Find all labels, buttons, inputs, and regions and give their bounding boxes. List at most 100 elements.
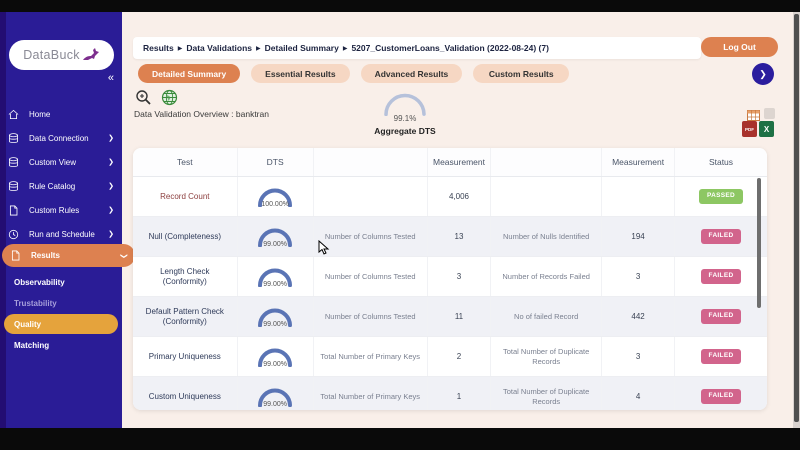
table-row[interactable]: Primary Uniqueness 99.00% Total Number of… — [133, 337, 767, 377]
status-badge: FAILED — [700, 349, 742, 364]
cell-status: FAILED — [675, 217, 767, 256]
dts-value: 99.00% — [263, 240, 288, 248]
cell-measurement1-label: Number of Columns Tested — [314, 217, 428, 256]
cell-test: Custom Uniqueness — [133, 377, 238, 410]
table-row[interactable]: Default Pattern Check (Conformity) 99.00… — [133, 297, 767, 337]
cell-dts: 99.00% — [238, 257, 314, 296]
mouse-cursor — [318, 240, 330, 255]
dts-value: 99.00% — [263, 280, 288, 288]
logout-button[interactable]: Log Out — [701, 37, 778, 57]
page-scrollbar-thumb[interactable] — [794, 14, 799, 422]
cell-measurement1-value: 11 — [428, 297, 492, 336]
sidebar-item-label: Data Connection — [29, 133, 89, 143]
tab-essential-results[interactable]: Essential Results — [251, 64, 350, 83]
dts-value: 99.00% — [263, 320, 288, 328]
chevron-right-icon: ❯ — [108, 231, 114, 238]
cell-test: Null (Completeness) — [133, 217, 238, 256]
sidebar-item-label: Rule Catalog — [29, 181, 76, 191]
breadcrumb-separator: ▶ — [177, 45, 183, 52]
cell-dts: 99.00% — [238, 377, 314, 410]
sidebar-item-label: Run and Schedule — [29, 229, 95, 239]
letterbox-top — [0, 0, 800, 12]
cell-test: Primary Uniqueness — [133, 337, 238, 376]
breadcrumb-item[interactable]: Data Validations — [186, 43, 252, 53]
sidebar-subitem-trustability[interactable]: Trustability — [0, 293, 122, 313]
status-badge: PASSED — [698, 189, 744, 204]
table-row[interactable]: Custom Uniqueness 99.00% Total Number of … — [133, 377, 767, 410]
sidebar-item-run-and-schedule[interactable]: Run and Schedule ❯ — [0, 222, 122, 246]
cell-measurement1-label: Number of Columns Tested — [314, 297, 428, 336]
table-body: Record Count 100.00% 4,006 PASSED Null (Co… — [133, 177, 767, 410]
gauge-value: 99.1% — [393, 114, 417, 123]
breadcrumb-item[interactable]: Results — [143, 43, 174, 53]
sidebar-item-results[interactable]: Results ❯ — [2, 244, 135, 267]
cell-measurement2-label: Total Number of Duplicate Records — [491, 337, 603, 376]
dts-gauge: 99.00% — [255, 344, 295, 370]
overview-label: Data Validation Overview : banktran — [134, 109, 269, 119]
app-window: DataBuck « Home Data Connection ❯ Custom… — [0, 12, 800, 428]
export-pdf-icon[interactable]: PDF — [742, 121, 757, 137]
sidebar-item-rule-catalog[interactable]: Rule Catalog ❯ — [0, 174, 122, 198]
export-excel-icon[interactable]: X — [759, 121, 774, 137]
sidebar-collapse-button[interactable]: « — [108, 72, 114, 84]
cell-measurement2-value: 3 — [602, 337, 676, 376]
sidebar-item-home[interactable]: Home — [0, 102, 122, 126]
database-icon — [8, 156, 22, 168]
dts-gauge: 99.00% — [255, 224, 295, 250]
cell-measurement2-value: 194 — [602, 217, 676, 256]
globe-icon[interactable] — [161, 89, 178, 111]
breadcrumb-item[interactable]: 5207_CustomerLoans_Validation (2022-08-2… — [351, 43, 548, 53]
app-logo[interactable]: DataBuck — [9, 40, 114, 70]
cell-status: PASSED — [675, 177, 767, 216]
cell-dts: 99.00% — [238, 217, 314, 256]
zoom-in-icon[interactable] — [135, 89, 152, 111]
cell-status: FAILED — [675, 377, 767, 410]
aggregate-dts-gauge: 99.1% Aggregate DTS — [366, 90, 444, 136]
status-badge: FAILED — [700, 269, 742, 284]
database-icon — [8, 180, 22, 192]
chevron-right-icon: ❯ — [108, 183, 114, 190]
tab-detailed-summary[interactable]: Detailed Summary — [138, 64, 241, 83]
sidebar-subitem-matching[interactable]: Matching — [0, 335, 122, 355]
column-header — [314, 148, 428, 176]
sidebar-item-data-connection[interactable]: Data Connection ❯ — [0, 126, 122, 150]
table-row[interactable]: Null (Completeness) 99.00% Number of Colu… — [133, 217, 767, 257]
sidebar: DataBuck « Home Data Connection ❯ Custom… — [0, 12, 135, 428]
sidebar-submenu: Observability Trustability Quality Matching — [0, 272, 122, 356]
cell-measurement1-value: 13 — [428, 217, 492, 256]
page-scrollbar[interactable] — [793, 12, 800, 428]
breadcrumb-item[interactable]: Detailed Summary — [265, 43, 339, 53]
chevron-right-icon: ❯ — [108, 159, 114, 166]
dts-gauge: 99.00% — [255, 304, 295, 330]
sidebar-subitem-observability[interactable]: Observability — [0, 272, 122, 292]
list-view-icon[interactable] — [764, 108, 775, 119]
cell-dts: 99.00% — [238, 297, 314, 336]
next-page-button[interactable]: ❯ — [752, 63, 774, 85]
table-row[interactable]: Length Check (Conformity) 99.00% Number o… — [133, 257, 767, 297]
file-icon — [8, 205, 22, 216]
cell-measurement1-label: Total Number of Primary Keys — [314, 337, 428, 376]
sidebar-subitem-quality[interactable]: Quality — [4, 314, 118, 334]
column-header: Test — [133, 148, 238, 176]
cell-dts: 99.00% — [238, 337, 314, 376]
sidebar-item-custom-view[interactable]: Custom View ❯ — [0, 150, 122, 174]
logo-text: DataBuck — [23, 48, 80, 62]
sidebar-item-custom-rules[interactable]: Custom Rules ❯ — [0, 198, 122, 222]
cell-test: Length Check (Conformity) — [133, 257, 238, 296]
table-header: Test DTS Measurement Measurement Status — [133, 148, 767, 177]
cell-measurement1-value: 3 — [428, 257, 492, 296]
cell-measurement1-value: 1 — [428, 377, 492, 410]
column-header: DTS — [238, 148, 314, 176]
results-table: Test DTS Measurement Measurement Status Reco… — [133, 148, 767, 410]
clock-icon — [8, 229, 22, 240]
tab-advanced-results[interactable]: Advanced Results — [360, 64, 463, 83]
gauge-label: Aggregate DTS — [374, 126, 436, 136]
table-row[interactable]: Record Count 100.00% 4,006 PASSED — [133, 177, 767, 217]
breadcrumb-separator: ▶ — [256, 45, 261, 52]
tab-custom-results[interactable]: Custom Results — [473, 64, 570, 83]
table-scrollbar[interactable] — [757, 178, 761, 308]
cell-status: FAILED — [675, 257, 767, 296]
sidebar-item-label: Custom Rules — [29, 205, 80, 215]
file-icon — [10, 250, 24, 261]
screen: DataBuck « Home Data Connection ❯ Custom… — [0, 0, 800, 450]
